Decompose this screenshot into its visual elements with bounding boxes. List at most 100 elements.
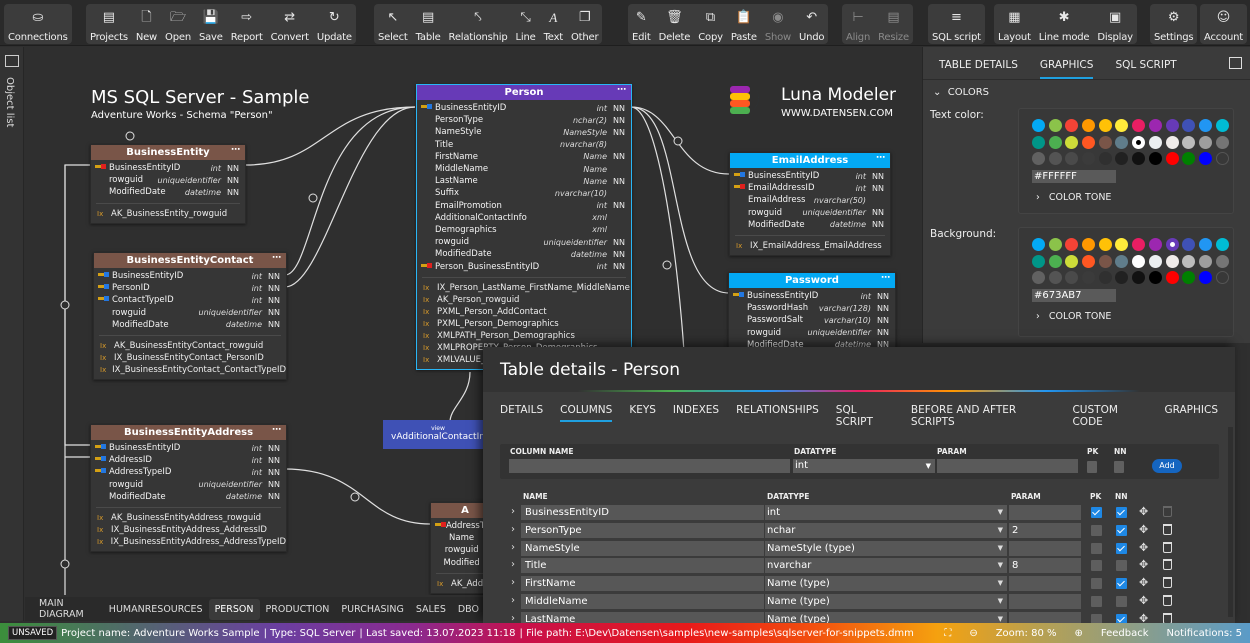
new-column-name-input[interactable] — [509, 459, 790, 473]
entity-menu-icon[interactable]: ⋯ — [881, 271, 890, 286]
column-datatype-select[interactable]: NameStyle (type) ▼ — [765, 540, 1007, 556]
report-button[interactable]: ⇨ Report — [227, 4, 267, 44]
color-swatch[interactable] — [1098, 119, 1112, 132]
column-param-input[interactable] — [1009, 576, 1081, 592]
entity-column[interactable]: PasswordSalt varchar(10) NN — [729, 314, 895, 326]
zoom-out-icon[interactable]: ⊖ — [969, 628, 977, 639]
nn-checkbox[interactable] — [1116, 560, 1127, 572]
column-param-input[interactable]: 8 — [1009, 558, 1081, 574]
entity-password[interactable]: Password ⋯ BusinessEntityID int NN PasswordHa… — [728, 272, 896, 352]
feedback-link[interactable]: Feedback — [1101, 628, 1149, 639]
right-tab-graphics[interactable]: GRAPHICS — [1039, 59, 1094, 79]
move-handle-icon[interactable]: ✥ — [1139, 505, 1148, 518]
color-swatch[interactable] — [1065, 238, 1079, 251]
color-swatch[interactable] — [1198, 119, 1212, 132]
dialog-tab-keys[interactable]: KEYS — [629, 404, 656, 422]
entity-column[interactable]: AdditionalContactInfo xml — [417, 212, 631, 224]
color-swatch[interactable] — [1048, 271, 1062, 285]
entity-index[interactable]: Ix IX_EmailAddress_EmailAddress — [730, 240, 890, 252]
column-param-input[interactable]: 2 — [1009, 522, 1081, 538]
nn-checkbox[interactable] — [1116, 524, 1127, 536]
delete-button[interactable]: 🗑 Delete — [655, 4, 695, 44]
color-swatch[interactable] — [1065, 152, 1079, 166]
entity-column[interactable]: rowguid uniqueidentifier NN — [730, 207, 890, 219]
color-swatch[interactable] — [1082, 254, 1096, 268]
entity-column[interactable]: EmailPromotion int NN — [417, 200, 631, 212]
color-swatch[interactable] — [1032, 271, 1045, 285]
color-swatch[interactable] — [1215, 135, 1229, 149]
nn-checkbox[interactable] — [1116, 578, 1127, 590]
color-swatch[interactable] — [1198, 254, 1212, 268]
entity-column[interactable]: ModifiedDate datetime NN — [94, 319, 286, 331]
entity-menu-icon[interactable]: ⋯ — [617, 83, 626, 98]
entity-column[interactable]: MiddleName Name — [417, 163, 631, 175]
other-button[interactable]: ❐ Other — [567, 4, 602, 44]
color-swatch[interactable] — [1198, 152, 1212, 166]
convert-button[interactable]: ⇄ Convert — [267, 4, 313, 44]
entity-column[interactable]: BusinessEntityID int NN — [94, 270, 286, 282]
entity-index[interactable]: Ix IX_Person_LastName_FirstName_MiddleNam… — [417, 282, 631, 294]
color-swatch[interactable] — [1182, 238, 1196, 251]
color-swatch[interactable] — [1182, 152, 1196, 166]
add-column-button[interactable]: Add — [1152, 459, 1182, 473]
entity-column[interactable]: ContactTypeID int NN — [94, 294, 286, 306]
color-swatch[interactable] — [1198, 271, 1212, 285]
entity-column[interactable]: PersonID int NN — [94, 282, 286, 294]
right-tab-sql-script[interactable]: SQL SCRIPT — [1115, 59, 1176, 79]
colors-section-header[interactable]: ⌄ COLORS — [933, 87, 989, 98]
color-swatch[interactable] — [1182, 271, 1196, 285]
dialog-tab-indexes[interactable]: INDEXES — [673, 404, 719, 422]
pk-checkbox[interactable] — [1091, 578, 1102, 590]
view-additional-contact-info[interactable]: view vAdditionalContactIn — [383, 420, 493, 449]
entity-header[interactable]: BusinessEntity ⋯ — [91, 145, 245, 160]
canvas-tab-dbo[interactable]: DBO — [452, 599, 485, 620]
line-button[interactable]: ⤡ Line — [512, 4, 540, 44]
zoom-in-icon[interactable]: ⊕ — [1074, 628, 1082, 639]
color-swatch[interactable] — [1182, 135, 1196, 149]
object-list-label[interactable]: Object list — [4, 77, 15, 127]
dialog-tab-before-and-after-scripts[interactable]: BEFORE AND AFTER SCRIPTS — [911, 404, 1056, 428]
color-swatch[interactable] — [1032, 254, 1045, 268]
align-button[interactable]: ⊢ Align — [842, 4, 874, 44]
sql-script-button[interactable]: ≡ SQL script — [928, 4, 985, 44]
trash-icon[interactable] — [1163, 577, 1172, 589]
move-handle-icon[interactable]: ✥ — [1139, 523, 1148, 536]
color-swatch[interactable] — [1148, 135, 1162, 149]
color-swatch[interactable] — [1132, 238, 1146, 251]
entity-menu-icon[interactable]: ⋯ — [231, 143, 240, 158]
entity-header[interactable]: EmailAddress ⋯ — [730, 153, 890, 168]
color-swatch[interactable] — [1032, 135, 1045, 149]
column-name-input[interactable]: PersonType — [521, 522, 764, 538]
undo-button[interactable]: ↶ Undo — [795, 4, 828, 44]
trash-icon[interactable] — [1163, 559, 1172, 571]
entity-index[interactable]: Ix XMLPATH_Person_Demographics — [417, 330, 631, 342]
expand-row-icon[interactable]: › — [511, 595, 515, 606]
entity-column[interactable]: AddressTypeID int NN — [91, 466, 286, 478]
color-swatch[interactable] — [1165, 152, 1179, 166]
panel-toggle-icon[interactable] — [5, 55, 19, 67]
color-swatch[interactable] — [1082, 119, 1096, 132]
color-swatch[interactable] — [1182, 119, 1196, 132]
entity-column[interactable]: BusinessEntityID int NN — [91, 442, 286, 454]
projects-button[interactable]: ▤ Projects — [86, 4, 132, 44]
color-swatch[interactable] — [1048, 152, 1062, 166]
entity-column[interactable]: NameStyle NameStyle NN — [417, 126, 631, 138]
entity-business-entity-address[interactable]: BusinessEntityAddress ⋯ BusinessEntityID in… — [90, 424, 287, 552]
settings-button[interactable]: ⚙ Settings — [1150, 4, 1197, 44]
column-name-input[interactable]: BusinessEntityID — [521, 505, 764, 520]
entity-column[interactable]: Demographics xml — [417, 224, 631, 236]
column-datatype-select[interactable]: Name (type) ▼ — [765, 594, 1007, 609]
expand-row-icon[interactable]: › — [511, 577, 515, 588]
entity-column[interactable]: LastName Name NN — [417, 175, 631, 187]
trash-icon[interactable] — [1163, 595, 1172, 606]
entity-column[interactable]: BusinessEntityID int NN — [417, 102, 631, 114]
entity-column[interactable]: BusinessEntityID int NN — [91, 162, 245, 174]
entity-index[interactable]: Ix AK_BusinessEntity_rowguid — [91, 208, 245, 220]
color-swatch[interactable] — [1082, 271, 1096, 285]
column-name-input[interactable]: Title — [521, 558, 764, 574]
dialog-scrollbar[interactable] — [1228, 427, 1233, 617]
entity-column[interactable]: Suffix nvarchar(10) — [417, 187, 631, 199]
dialog-tab-custom-code[interactable]: CUSTOM CODE — [1072, 404, 1147, 428]
color-swatch[interactable] — [1148, 152, 1162, 166]
entity-column[interactable]: EmailAddress nvarchar(50) — [730, 194, 890, 206]
